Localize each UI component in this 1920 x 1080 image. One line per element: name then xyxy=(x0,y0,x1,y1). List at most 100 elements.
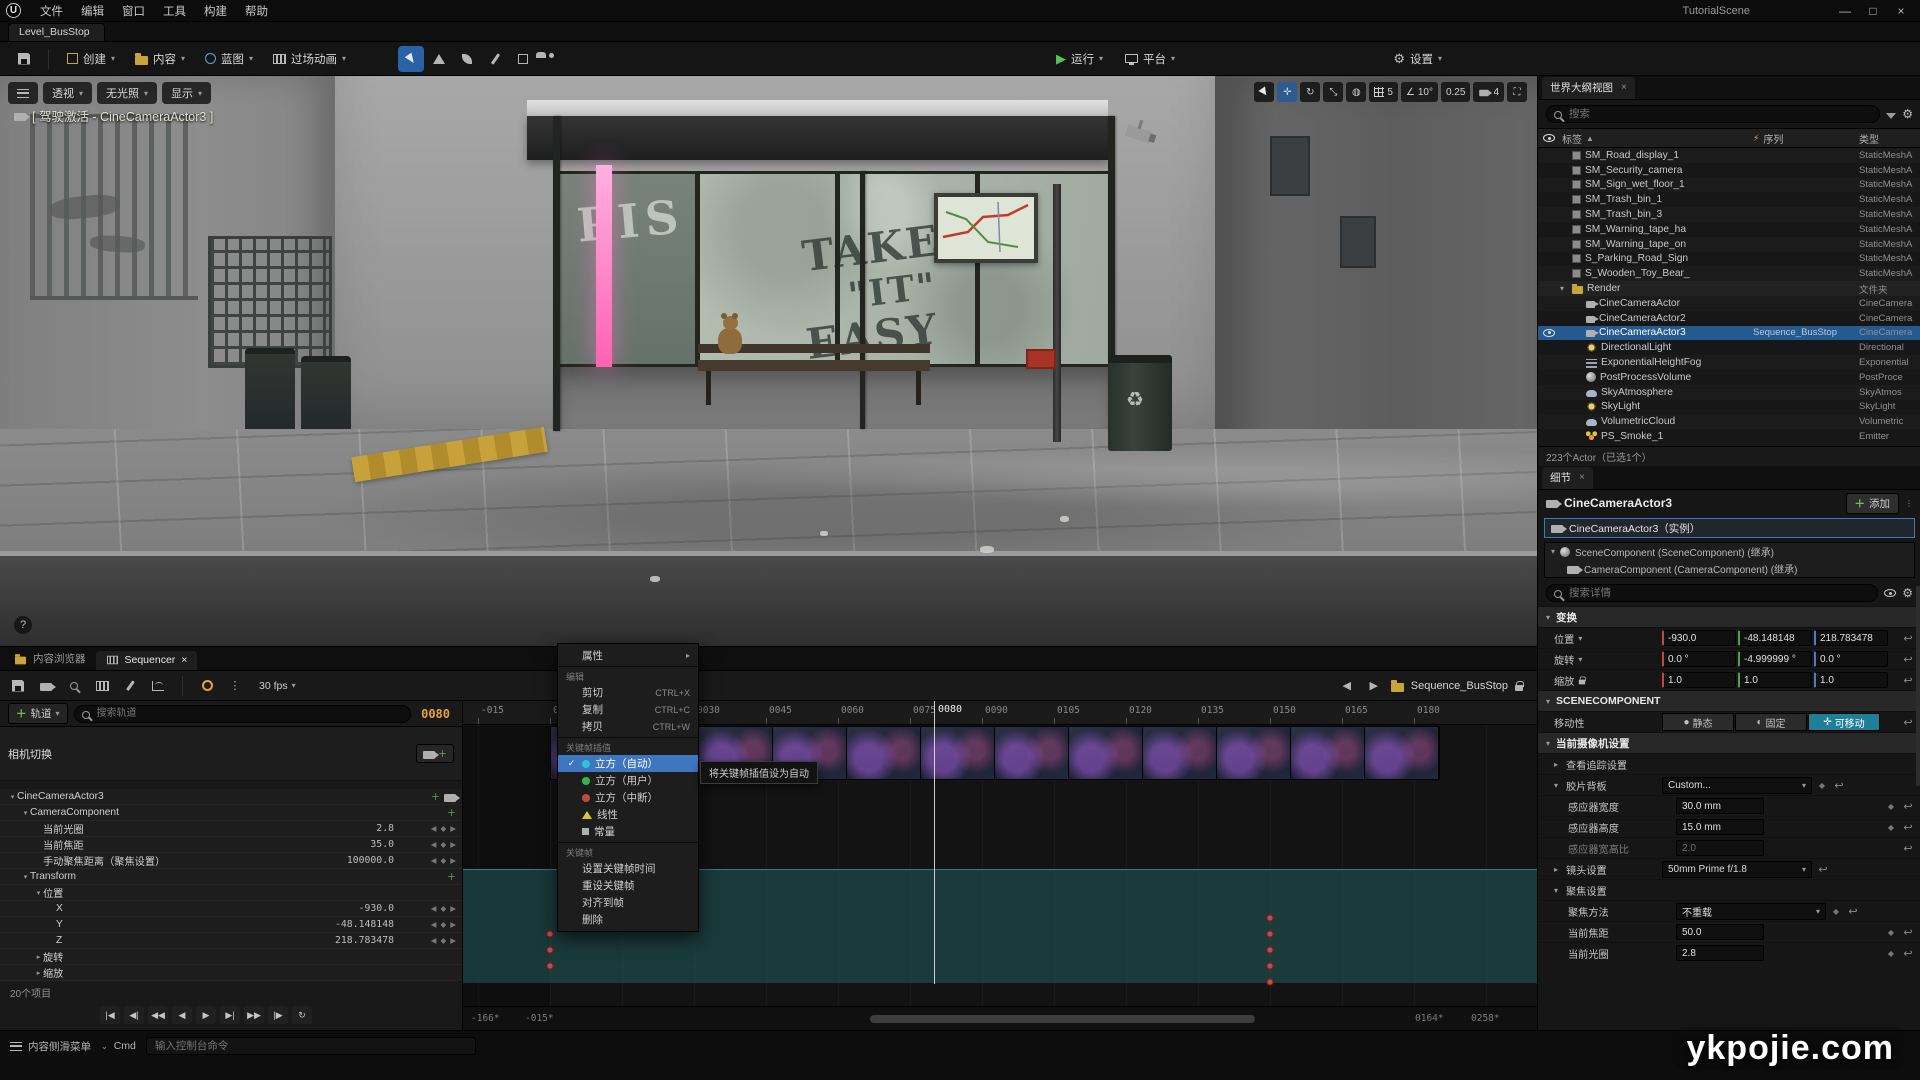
close-icon[interactable]: × xyxy=(1579,472,1585,483)
component-row-scene[interactable]: ▾ SceneComponent (SceneComponent) (继承) xyxy=(1545,543,1914,560)
settings-button[interactable]: ⚙设置▾ xyxy=(1385,46,1450,72)
show-button[interactable]: 显示▾ xyxy=(162,82,211,104)
track-row[interactable]: ▸缩放 xyxy=(0,965,462,981)
prev-key-icon[interactable]: ◀ xyxy=(431,920,437,929)
track-row[interactable]: X-930.0◀◆▶ xyxy=(0,901,462,917)
track-value[interactable]: 100000.0 xyxy=(274,855,402,866)
menu-工具[interactable]: 工具 xyxy=(154,1,195,21)
sequencer-save-button[interactable] xyxy=(8,676,28,696)
details-settings-icon[interactable]: ⚙ xyxy=(1902,586,1913,600)
select-mode-button[interactable] xyxy=(398,46,424,72)
outliner-row[interactable]: CineCameraActorCineCamera xyxy=(1538,296,1920,311)
close-icon[interactable]: × xyxy=(181,654,187,666)
scale-label[interactable]: 缩放 xyxy=(1554,673,1658,688)
play-button[interactable]: ▶ xyxy=(196,1006,216,1024)
tab-sequencer[interactable]: Sequencer× xyxy=(96,651,198,670)
expander-icon[interactable]: ▾ xyxy=(1560,284,1568,293)
paint-mode-button[interactable] xyxy=(482,46,508,72)
track-row[interactable]: 手动聚焦距离（聚焦设置）100000.0◀◆▶ xyxy=(0,853,462,869)
focus-settings-row[interactable]: ▾聚焦设置 xyxy=(1538,879,1920,900)
outliner-row[interactable]: SM_Sign_wet_floor_1StaticMeshA xyxy=(1538,178,1920,193)
next-keyframe-button[interactable]: ▶| xyxy=(220,1006,240,1024)
menu-item-重设关键帧[interactable]: 重设关键帧 xyxy=(558,877,698,894)
move-tool-button[interactable]: ✛ xyxy=(1277,82,1297,102)
visibility-toggle[interactable] xyxy=(1538,329,1560,337)
camera-speed-button[interactable]: 4 xyxy=(1473,82,1504,102)
platforms-button[interactable]: 平台▾ xyxy=(1117,46,1183,72)
timeline-scrollbar-thumb[interactable] xyxy=(870,1015,1255,1023)
track-value[interactable]: 35.0 xyxy=(274,839,402,850)
prev-key-icon[interactable]: ◀ xyxy=(431,840,437,849)
menu-item-常量[interactable]: 常量 xyxy=(558,823,698,840)
keyframe-dot[interactable] xyxy=(547,963,554,970)
prev-key-icon[interactable]: ◀ xyxy=(431,904,437,913)
close-button[interactable]: × xyxy=(1888,2,1914,20)
track-row[interactable]: Z218.783478◀◆▶ xyxy=(0,933,462,949)
track-row[interactable]: 当前光圈2.8◀◆▶ xyxy=(0,821,462,837)
track-search-input[interactable] xyxy=(74,705,412,723)
add-track-button[interactable]: ＋轨道▾ xyxy=(8,703,68,724)
reset-icon[interactable]: ↩ xyxy=(1901,674,1915,687)
rotation-label[interactable]: 旋转▾ xyxy=(1554,652,1658,667)
location-x-field[interactable]: -930.0 xyxy=(1662,630,1736,646)
location-y-field[interactable]: -48.148148 xyxy=(1738,630,1812,646)
reset-icon[interactable]: ↩ xyxy=(1901,653,1915,666)
keyframe-icon[interactable]: ◆ xyxy=(1885,949,1897,958)
track-row[interactable]: ▾位置 xyxy=(0,885,462,901)
filmback-dropdown[interactable]: Custom...▾ xyxy=(1662,777,1812,794)
outliner-row[interactable]: SkyAtmosphereSkyAtmos xyxy=(1538,385,1920,400)
menu-item-属性[interactable]: 属性▸ xyxy=(558,647,698,664)
outliner-row[interactable]: SM_Security_cameraStaticMeshA xyxy=(1538,163,1920,178)
close-icon[interactable]: × xyxy=(1621,82,1627,93)
sequencer-options-button[interactable]: ⋮ xyxy=(225,676,245,696)
step-back-button[interactable]: ◀ xyxy=(172,1006,192,1024)
outliner-row[interactable]: SM_Road_display_1StaticMeshA xyxy=(1538,148,1920,163)
current-focal-field[interactable]: 50.0 xyxy=(1676,924,1764,940)
mobility-movable-button[interactable]: ✛可移动 xyxy=(1808,713,1880,731)
play-button[interactable]: ▶运行▾ xyxy=(1048,46,1111,72)
save-button[interactable] xyxy=(10,46,38,72)
perspective-button[interactable]: 透视▾ xyxy=(43,82,92,104)
reset-icon[interactable]: ↩ xyxy=(1901,821,1915,834)
prev-key-icon[interactable]: ◀ xyxy=(431,824,437,833)
outliner-search-input[interactable] xyxy=(1546,105,1880,123)
rotation-snap-button[interactable]: ∠ 10° xyxy=(1401,82,1438,102)
reset-icon[interactable]: ↩ xyxy=(1901,716,1915,729)
menu-item-立方（自动）[interactable]: ✓立方（自动） xyxy=(558,755,698,772)
location-label[interactable]: 位置▾ xyxy=(1554,631,1658,646)
scale-x-field[interactable]: 1.0 xyxy=(1662,672,1736,688)
playhead[interactable]: 0080 xyxy=(934,701,935,984)
reset-icon[interactable]: ↩ xyxy=(1901,926,1915,939)
console-input[interactable] xyxy=(146,1037,476,1055)
track-value[interactable]: 2.8 xyxy=(274,823,402,834)
sensor-width-field[interactable]: 30.0 mm xyxy=(1676,798,1764,814)
menu-item-拷贝[interactable]: 拷贝CTRL+W xyxy=(558,718,698,735)
world-space-button[interactable]: ◍ xyxy=(1346,82,1366,102)
sequencer-curves-button[interactable] xyxy=(148,676,168,696)
filter-icon[interactable] xyxy=(1886,113,1896,119)
sequence-name[interactable]: Sequence_BusStop xyxy=(1411,680,1508,692)
previous-keyframe-button[interactable]: ◀| xyxy=(124,1006,144,1024)
back-arrow-icon[interactable]: ◀ xyxy=(1337,676,1357,696)
current-frame-field[interactable]: 0080 xyxy=(417,707,454,721)
track-value[interactable]: -930.0 xyxy=(274,903,402,914)
add-section-icon[interactable]: ＋ xyxy=(431,790,440,803)
rotation-z-field[interactable]: 0.0 ° xyxy=(1814,651,1888,667)
add-key-icon[interactable]: ◆ xyxy=(440,856,446,865)
section-current-camera-settings[interactable]: ▾当前摄像机设置 xyxy=(1538,732,1920,753)
scale-z-field[interactable]: 1.0 xyxy=(1814,672,1888,688)
reset-icon[interactable]: ↩ xyxy=(1846,905,1860,918)
fps-dropdown[interactable]: 30 fps▾ xyxy=(253,678,302,694)
outliner-row[interactable]: ExponentialHeightFogExponential xyxy=(1538,355,1920,370)
forward-arrow-icon[interactable]: ▶ xyxy=(1364,676,1384,696)
viewport-options-button[interactable] xyxy=(8,82,38,104)
expander-icon[interactable]: ▸ xyxy=(34,953,43,961)
menu-构建[interactable]: 构建 xyxy=(195,1,236,21)
expander-icon[interactable]: ▾ xyxy=(21,809,30,817)
menu-编辑[interactable]: 编辑 xyxy=(72,1,113,21)
outliner-settings-icon[interactable]: ⚙ xyxy=(1902,107,1913,121)
menu-窗口[interactable]: 窗口 xyxy=(113,1,154,21)
modeling-mode-button[interactable] xyxy=(510,46,536,72)
column-type[interactable]: 类型 xyxy=(1859,131,1920,146)
menu-item-删除[interactable]: 删除 xyxy=(558,911,698,928)
